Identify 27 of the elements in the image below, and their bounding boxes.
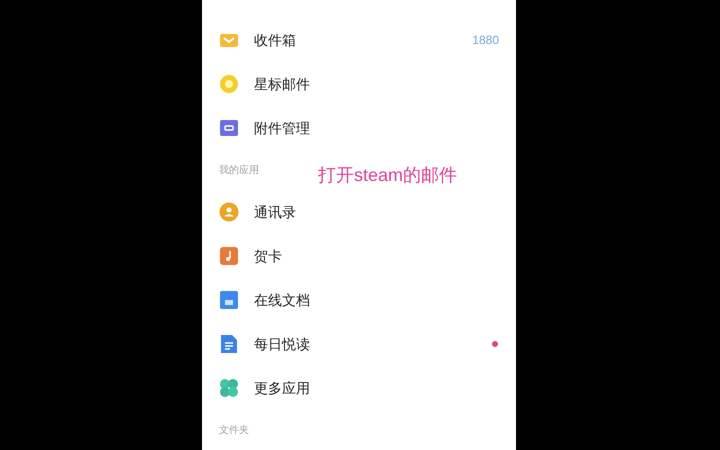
- attachment-icon: [219, 118, 239, 138]
- star-badge-icon: [219, 74, 239, 94]
- menu-item[interactable]: 每日悦读: [202, 322, 516, 366]
- item-label: 每日悦读: [254, 334, 311, 354]
- video-caption: 打开steam的邮件: [318, 164, 458, 187]
- unread-count: 1880: [472, 32, 499, 49]
- menu-item[interactable]: 在线文档: [202, 278, 516, 322]
- item-label: 更多应用: [254, 378, 311, 398]
- item-label: 收件箱: [254, 30, 297, 50]
- menu-item[interactable]: 贺卡: [202, 234, 516, 278]
- menu-item[interactable]: 附件管理: [202, 106, 516, 150]
- item-label: 星标邮件: [254, 74, 311, 94]
- menu-item[interactable]: 收件箱 1880: [202, 18, 516, 62]
- item-label: 在线文档: [254, 290, 311, 310]
- document-icon: [219, 290, 239, 310]
- section-header: 文件夹: [219, 424, 249, 438]
- menu-item[interactable]: 星标邮件: [202, 62, 516, 106]
- item-label: 通讯录: [254, 202, 297, 222]
- menu-item[interactable]: 通讯录: [202, 190, 516, 234]
- music-note-icon: [219, 246, 239, 266]
- menu-item[interactable]: 更多应用: [202, 366, 516, 410]
- section-header: 我的应用: [219, 164, 259, 178]
- contact-icon: [219, 202, 239, 222]
- clover-icon: [219, 378, 239, 398]
- document-icon: [219, 334, 239, 354]
- item-label: 附件管理: [254, 118, 311, 138]
- item-label: 贺卡: [254, 246, 283, 266]
